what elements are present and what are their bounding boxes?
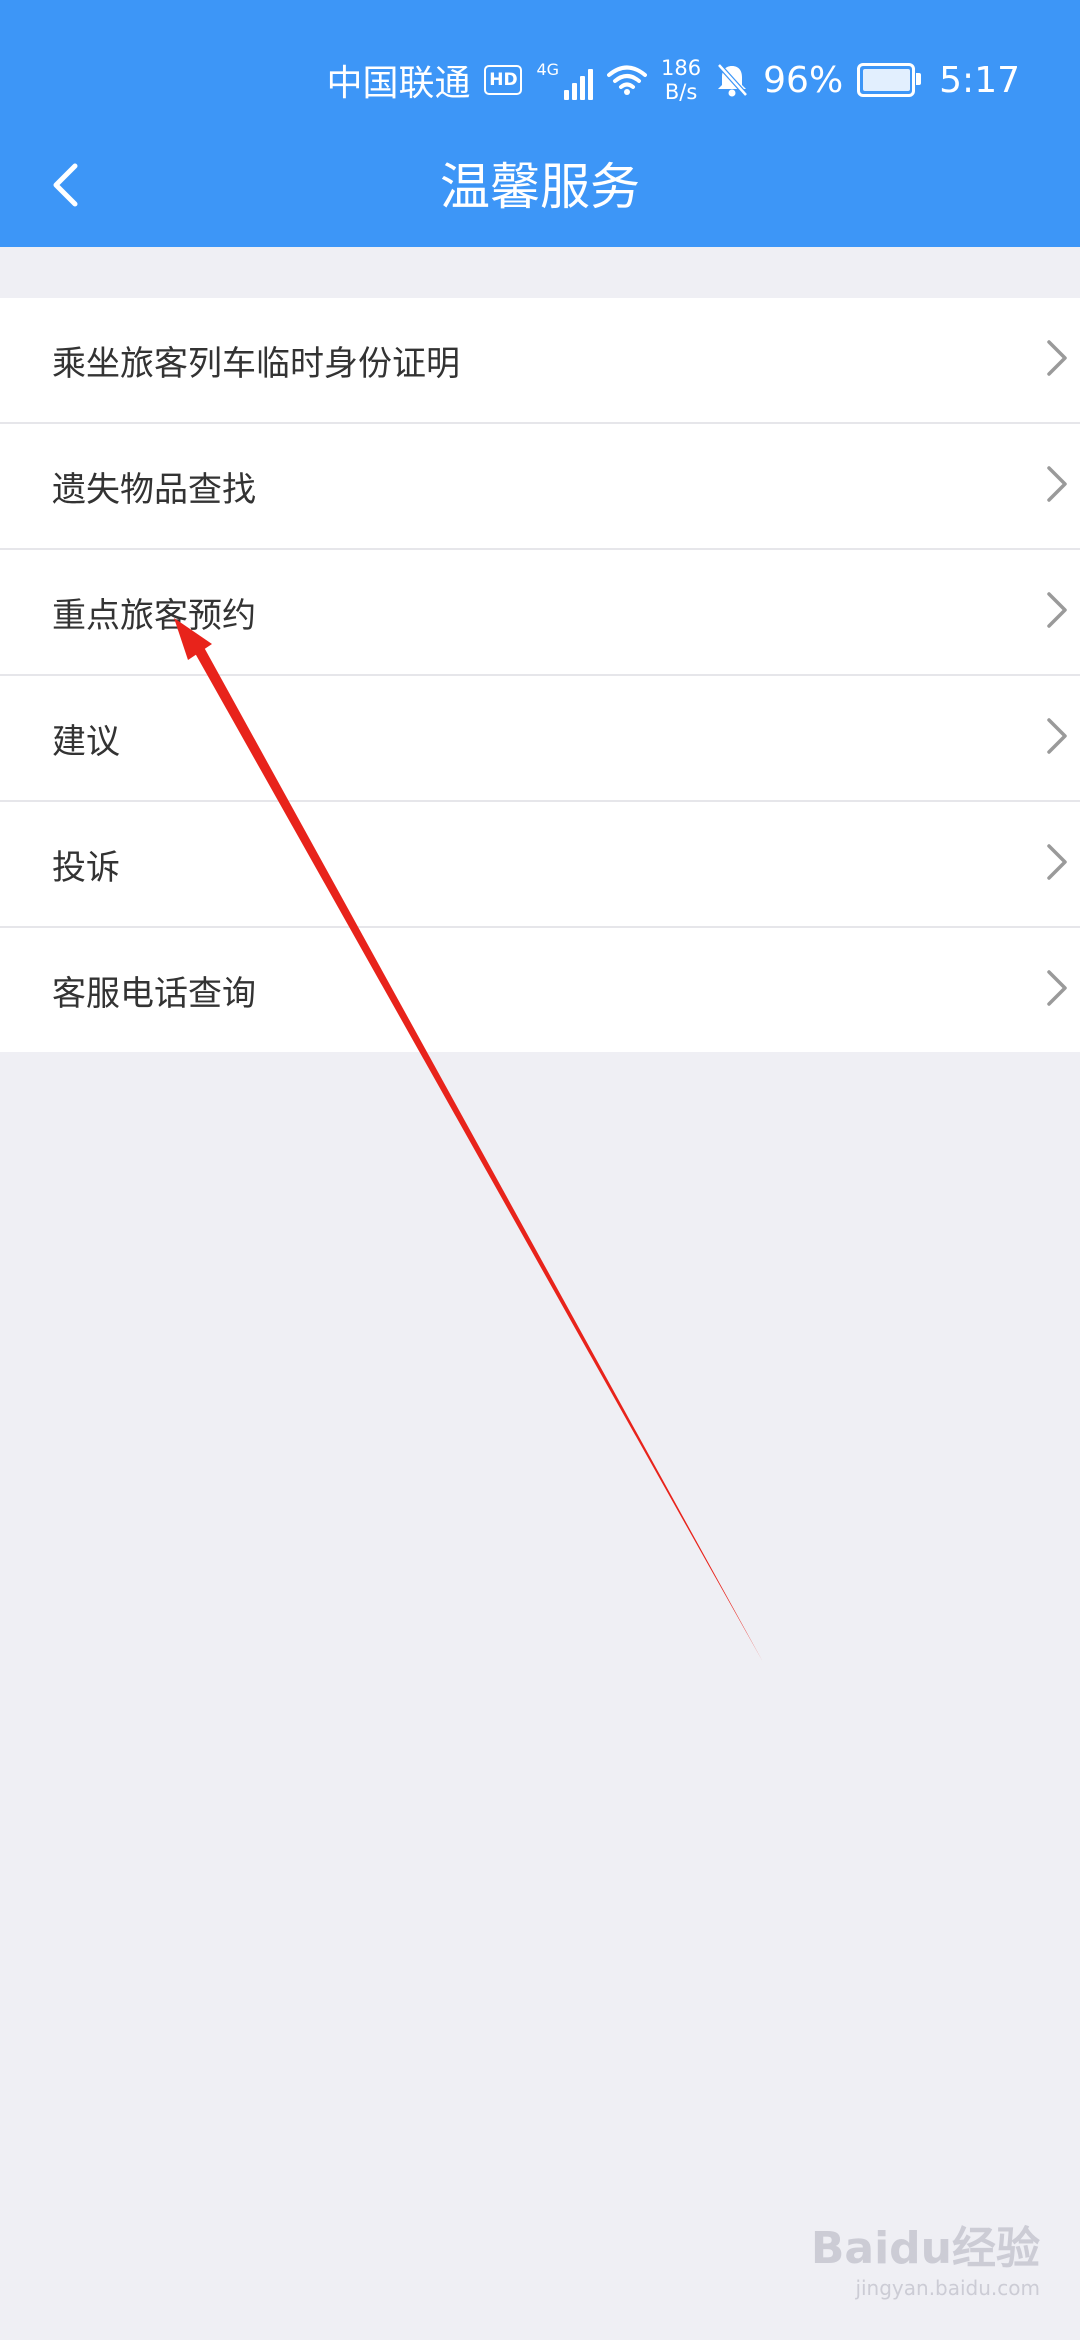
watermark-brand: Baidu经验	[810, 2223, 1040, 2274]
watermark-url: jingyan.baidu.com	[855, 2276, 1040, 2300]
baidu-watermark: Baidu经验 jingyan.baidu.com	[811, 2212, 1040, 2300]
annotation-arrow	[174, 618, 763, 1662]
